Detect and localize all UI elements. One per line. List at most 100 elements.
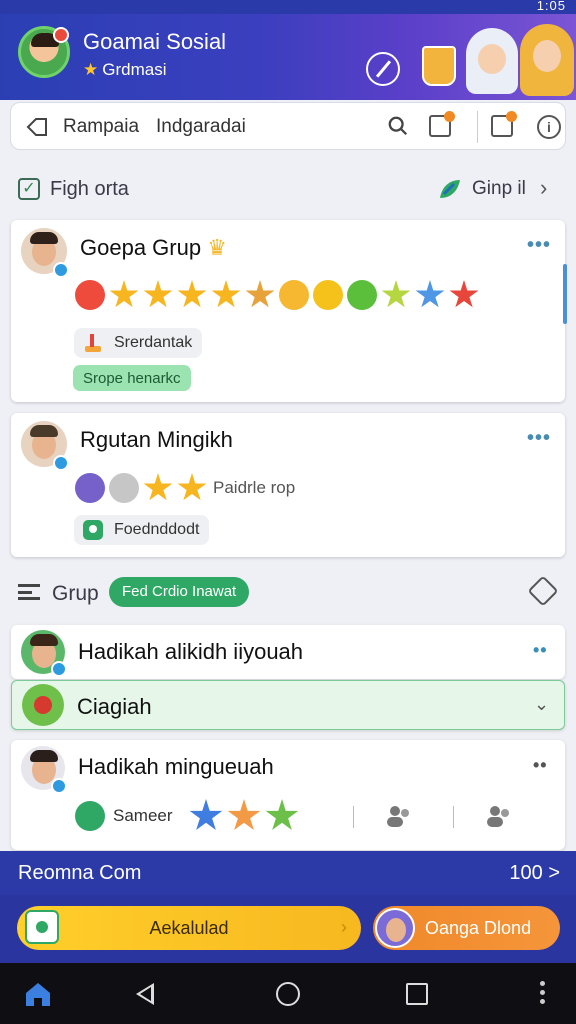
avatar-hair	[30, 634, 58, 646]
star-icon	[211, 280, 241, 308]
avatar-face	[386, 918, 406, 942]
card-title: Rgutan Mingikh	[80, 427, 233, 452]
category-chip[interactable]: Foednddodt	[74, 515, 210, 545]
scrollbar[interactable]	[563, 264, 567, 324]
face-emoji-icon	[75, 280, 105, 310]
verified-icon	[53, 455, 69, 471]
card-title: Goepa Grup ♛	[80, 235, 227, 261]
list-icon	[18, 584, 40, 600]
leaf-icon	[440, 180, 460, 198]
divider	[453, 806, 454, 828]
chevron-down-icon[interactable]: ⌄	[534, 694, 549, 715]
star-icon	[245, 280, 275, 308]
more-icon[interactable]: •••	[527, 427, 551, 450]
recents-icon[interactable]	[406, 983, 428, 1005]
category-chip-label: Foednddodt	[114, 521, 200, 538]
list-item[interactable]: Hadikah alikidh iiyouah ••	[11, 625, 565, 679]
note-icon[interactable]	[491, 111, 517, 137]
card-inline-text: Paidrle rop	[213, 478, 296, 497]
search-bar[interactable]: Rampaia Indgaradai i	[10, 102, 566, 150]
list-item[interactable]: Hadikah minguеuah •• Sameer	[11, 740, 565, 850]
verified-icon	[53, 262, 69, 278]
dot	[540, 981, 545, 986]
dot	[540, 999, 545, 1004]
notification-badge	[53, 27, 69, 43]
note-icon[interactable]	[429, 111, 455, 137]
avatar-emoji-icon	[75, 473, 105, 503]
star-icon	[143, 280, 173, 308]
more-icon[interactable]: ••	[533, 755, 548, 776]
leaf-emoji-icon	[347, 280, 377, 310]
reaction-row	[189, 799, 299, 833]
primary-action-label: Aekalulad	[149, 918, 229, 938]
info-icon[interactable]: i	[537, 115, 561, 139]
compass-icon[interactable]	[366, 52, 400, 86]
app-title: Goamai Sosial	[83, 29, 227, 54]
chevron-right-icon[interactable]: ›	[540, 175, 547, 201]
avatar	[375, 908, 415, 948]
section-header: Grup Fed Crdio Inawat	[18, 574, 559, 610]
avatar-hair	[30, 232, 58, 244]
section-title: Figh orta	[50, 178, 129, 200]
trophy-icon	[85, 334, 101, 352]
character-illustration	[466, 28, 518, 94]
star-icon	[143, 473, 173, 501]
reaction-row	[75, 473, 207, 503]
category-chip[interactable]: Srerdantak	[74, 328, 203, 358]
list-item-selected[interactable]: Ciagiah ⌄	[11, 680, 565, 730]
character-face	[478, 44, 506, 74]
avatar-hair	[30, 750, 58, 762]
people-icon[interactable]	[485, 804, 513, 828]
status-time: 1:05	[536, 0, 566, 13]
status-chip[interactable]: Srope henarkc	[73, 365, 191, 391]
more-vertical-icon[interactable]	[540, 981, 546, 1007]
more-icon[interactable]: ••	[533, 640, 548, 661]
secondary-action-button[interactable]: Oanga Dlond	[373, 906, 560, 950]
star-icon	[177, 280, 207, 308]
notification-dot	[506, 111, 517, 122]
bubble-emoji-icon	[279, 280, 309, 310]
more-icon[interactable]: •••	[527, 234, 551, 257]
search-icon[interactable]	[387, 115, 409, 137]
tag-icon[interactable]	[527, 575, 559, 607]
section-link[interactable]: Ginp il	[472, 178, 526, 200]
search-label-right[interactable]: Indgaradai	[156, 116, 246, 138]
group-card[interactable]: Rgutan Mingikh ••• Paidrle rop Foednddod…	[11, 413, 565, 557]
drink-illustration	[422, 46, 456, 86]
search-label-left[interactable]: Rampaia	[63, 116, 139, 138]
people-icon[interactable]	[385, 804, 413, 828]
back-icon[interactable]	[136, 983, 154, 1005]
group-filter-pill[interactable]: Fed Crdio Inawat	[109, 577, 250, 607]
character-face	[533, 40, 561, 72]
star-icon	[265, 799, 299, 830]
reaction-row	[75, 280, 479, 310]
banner-title: Reomna Com	[18, 862, 142, 884]
tag-icon[interactable]	[25, 115, 49, 139]
group-avatar[interactable]	[22, 684, 64, 726]
people-emoji-icon	[109, 473, 139, 503]
profile-avatar[interactable]	[18, 26, 70, 78]
list-item-title: Hadikah alikidh iiyouah	[78, 639, 304, 664]
burst-icon	[449, 280, 479, 308]
verified-icon	[51, 661, 67, 677]
star-icon	[415, 280, 445, 308]
group-avatar-mark	[34, 696, 52, 714]
check-icon: ✓	[18, 178, 40, 200]
group-card[interactable]: Goepa Grup ♛ ••• Srerdantak Srope henark…	[11, 220, 565, 402]
primary-action-button[interactable]: Aekalulad ›	[17, 906, 361, 950]
promo-banner[interactable]: Reomna Com 100 >	[0, 851, 576, 895]
banner-count[interactable]: 100 >	[509, 862, 560, 885]
star-icon	[109, 280, 139, 308]
list-item-title: Ciagiah	[77, 694, 152, 719]
list-item-chip: Sameer	[113, 806, 173, 825]
header-illustration	[416, 24, 576, 100]
status-bar: 1:05	[0, 0, 576, 14]
star-icon	[381, 280, 411, 308]
app-subtitle: ★ Grdmasi	[83, 60, 166, 80]
home-circle-icon[interactable]	[276, 982, 300, 1006]
location-icon	[83, 520, 103, 540]
card-title-text: Goepa Grup	[80, 235, 202, 260]
avatar-hair	[30, 425, 58, 437]
dot	[540, 990, 545, 995]
home-icon[interactable]	[24, 981, 52, 1007]
